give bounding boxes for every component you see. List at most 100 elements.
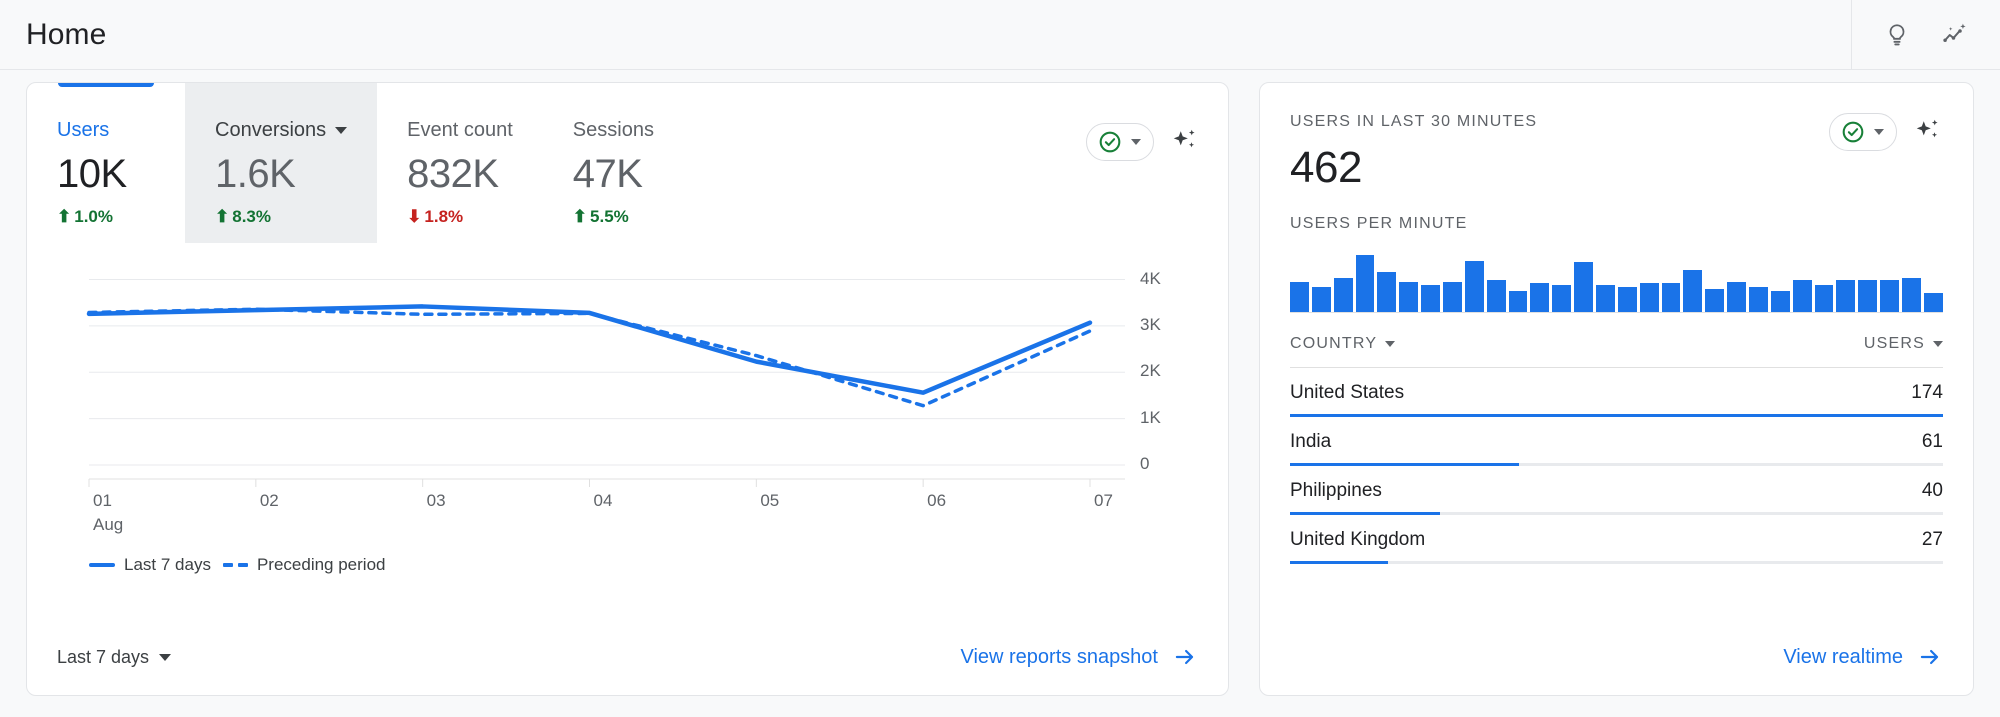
line-chart-canvas bbox=[86, 279, 1125, 487]
users-per-minute-bar bbox=[1923, 292, 1943, 312]
chevron-down-icon[interactable] bbox=[335, 127, 348, 134]
users-per-minute-bar bbox=[1377, 271, 1397, 312]
users-per-minute-bar bbox=[1836, 279, 1856, 312]
column-header-country-label: COUNTRY bbox=[1290, 335, 1378, 352]
view-realtime-label: View realtime bbox=[1783, 645, 1903, 668]
metric-label-sessions: Sessions bbox=[572, 119, 654, 141]
country-users-value: 27 bbox=[1921, 529, 1943, 550]
x-axis-tick: 02 bbox=[259, 491, 279, 510]
date-range-picker[interactable]: Last 7 days bbox=[57, 646, 172, 668]
arrow-right-icon bbox=[1920, 649, 1939, 665]
view-reports-snapshot-link[interactable]: View reports snapshot bbox=[960, 644, 1198, 670]
ai-insights-icon[interactable] bbox=[1170, 127, 1200, 157]
overview-card-footer: Last 7 days View reports snapshot bbox=[27, 619, 1228, 695]
users-per-minute-bar bbox=[1290, 281, 1309, 312]
users-per-minute-bar bbox=[1552, 285, 1572, 312]
legend-label-preceding-period: Preceding period bbox=[256, 555, 386, 574]
users-per-minute-bar bbox=[1355, 254, 1375, 312]
table-row[interactable]: United States 174 bbox=[1290, 368, 1943, 417]
country-users-value: 40 bbox=[1921, 480, 1943, 501]
realtime-caption: USERS IN LAST 30 MINUTES bbox=[1290, 113, 1538, 130]
users-per-minute-bar bbox=[1705, 289, 1725, 312]
users-line-chart: 4K 3K 2K 1K 0 01 02 03 04 05 06 07 Aug bbox=[27, 243, 1228, 543]
arrow-up-icon: ⬆ bbox=[215, 207, 230, 226]
metric-delta-users: ⬆ 1.0% bbox=[57, 207, 113, 226]
users-per-minute-bar bbox=[1814, 285, 1834, 312]
metric-tab-conversions[interactable]: Conversions 1.6K ⬆ 8.3% bbox=[185, 83, 378, 243]
metric-tab-event-count[interactable]: Event count 832K ⬇ 1.8% bbox=[377, 83, 543, 243]
table-header-row: COUNTRY USERS bbox=[1290, 335, 1943, 368]
metric-label-users: Users bbox=[57, 119, 110, 141]
country-users-table: COUNTRY USERS United States 174 India 61 Phi… bbox=[1290, 335, 1943, 564]
header-actions bbox=[1851, 0, 2000, 70]
country-name: United Kingdom bbox=[1290, 529, 1426, 550]
metric-value-sessions: 47K bbox=[572, 152, 643, 196]
metric-delta-sessions: ⬆ 5.5% bbox=[572, 207, 629, 226]
users-per-minute-bar bbox=[1486, 279, 1506, 312]
check-circle-icon bbox=[1842, 121, 1864, 143]
chevron-down-icon[interactable] bbox=[1874, 129, 1884, 135]
metric-delta-conversions: ⬆ 8.3% bbox=[215, 207, 271, 226]
arrow-down-icon: ⬇ bbox=[407, 207, 422, 226]
users-per-minute-bar bbox=[1464, 260, 1484, 312]
reports-snapshot-card: Users 10K ⬆ 1.0% Conversions 1.6K ⬆ 8.3%… bbox=[26, 82, 1229, 696]
y-axis-tick: 2K bbox=[1140, 361, 1161, 381]
legend-item-last-7-days: Last 7 days bbox=[89, 555, 211, 575]
metric-value-event-count: 832K bbox=[407, 152, 499, 196]
page-title: Home bbox=[26, 17, 107, 51]
ai-analytics-icon[interactable] bbox=[1938, 18, 1972, 52]
table-row[interactable]: India 61 bbox=[1290, 417, 1943, 466]
y-axis-tick: 4K bbox=[1140, 268, 1161, 288]
insights-lightbulb-icon[interactable] bbox=[1880, 18, 1914, 52]
chevron-down-icon[interactable] bbox=[159, 653, 172, 661]
column-header-country[interactable]: COUNTRY bbox=[1290, 335, 1396, 353]
users-per-minute-bar bbox=[1574, 262, 1594, 312]
country-name: Philippines bbox=[1290, 480, 1382, 501]
metric-value-conversions: 1.6K bbox=[215, 152, 296, 196]
users-per-minute-bar bbox=[1311, 287, 1331, 312]
x-axis-tick: 06 bbox=[927, 491, 947, 510]
metric-value-users: 10K bbox=[57, 152, 127, 196]
realtime-user-count: 462 bbox=[1290, 143, 1362, 192]
x-axis-tick: 03 bbox=[426, 491, 446, 510]
users-per-minute-bar bbox=[1858, 279, 1878, 312]
country-name: India bbox=[1290, 431, 1332, 452]
users-per-minute-bar bbox=[1902, 277, 1921, 312]
country-bar-fill bbox=[1290, 561, 1388, 564]
y-axis-tick: 1K bbox=[1140, 407, 1161, 427]
chevron-down-icon[interactable] bbox=[1385, 341, 1396, 347]
chevron-down-icon[interactable] bbox=[1131, 139, 1141, 145]
country-users-value: 61 bbox=[1921, 431, 1943, 452]
metric-tab-users[interactable]: Users 10K ⬆ 1.0% bbox=[27, 83, 185, 243]
legend-label-last-7-days: Last 7 days bbox=[124, 555, 211, 574]
x-axis-tick: 04 bbox=[593, 491, 613, 510]
users-per-minute-caption: USERS PER MINUTE bbox=[1290, 215, 1468, 232]
chevron-down-icon[interactable] bbox=[1933, 341, 1943, 347]
users-per-minute-bar bbox=[1792, 279, 1812, 312]
date-range-label: Last 7 days bbox=[57, 646, 150, 667]
users-per-minute-bar-chart bbox=[1290, 251, 1943, 313]
y-axis-tick: 0 bbox=[1140, 454, 1150, 473]
users-per-minute-bar bbox=[1880, 279, 1900, 312]
column-header-users[interactable]: USERS bbox=[1864, 335, 1943, 353]
view-realtime-link[interactable]: View realtime bbox=[1783, 644, 1943, 670]
realtime-card: USERS IN LAST 30 MINUTES 462 USERS PER M… bbox=[1259, 82, 1974, 696]
users-per-minute-bar bbox=[1617, 287, 1637, 312]
users-per-minute-bar bbox=[1508, 291, 1528, 312]
users-per-minute-bar bbox=[1530, 283, 1550, 312]
metric-tab-sessions[interactable]: Sessions 47K ⬆ 5.5% bbox=[543, 83, 701, 243]
users-per-minute-bar bbox=[1749, 287, 1768, 312]
users-per-minute-bar bbox=[1596, 285, 1615, 312]
users-per-minute-bar bbox=[1399, 281, 1419, 312]
arrow-right-icon bbox=[1175, 649, 1194, 665]
table-row[interactable]: Philippines 40 bbox=[1290, 466, 1943, 515]
data-quality-ok-pill[interactable] bbox=[1086, 123, 1154, 161]
legend-solid-swatch bbox=[89, 563, 115, 567]
column-header-users-label: USERS bbox=[1863, 335, 1925, 352]
ai-insights-icon[interactable] bbox=[1913, 117, 1943, 147]
data-quality-ok-pill[interactable] bbox=[1829, 113, 1897, 151]
table-row[interactable]: United Kingdom 27 bbox=[1290, 515, 1943, 564]
users-per-minute-bar bbox=[1443, 281, 1462, 312]
legend-item-preceding-period: Preceding period bbox=[222, 555, 386, 575]
users-per-minute-bar bbox=[1333, 277, 1353, 312]
